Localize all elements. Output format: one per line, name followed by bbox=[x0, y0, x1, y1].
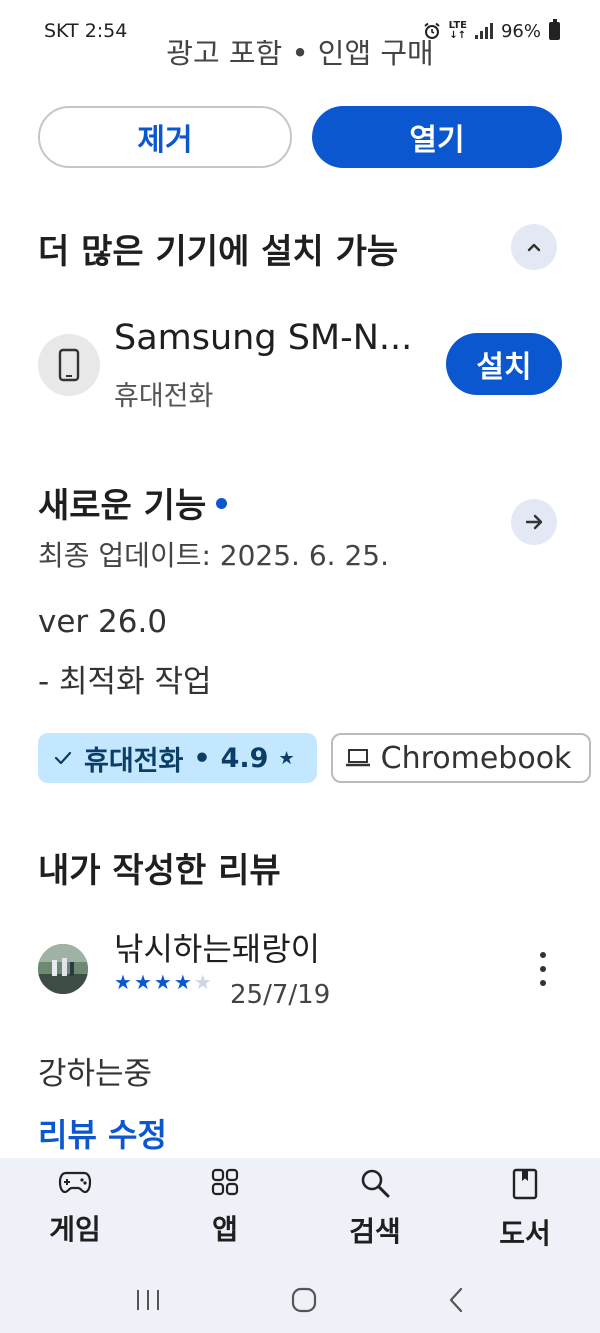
back-icon[interactable] bbox=[446, 1286, 466, 1314]
nav-item-games[interactable]: 게임 bbox=[0, 1158, 150, 1266]
nav-item-apps[interactable]: 앱 bbox=[150, 1158, 300, 1266]
avatar-photo bbox=[38, 944, 88, 994]
device-chips: 휴대전화 • 4.9 ★ Chromebook bbox=[38, 733, 592, 783]
nav-label-search: 검색 bbox=[349, 1215, 401, 1248]
more-devices-title: 더 많은 기기에 설치 가능 bbox=[38, 232, 399, 272]
more-options-icon[interactable] bbox=[535, 952, 551, 986]
device-type: 휴대전화 bbox=[114, 381, 214, 412]
nav-label-books: 도서 bbox=[499, 1217, 551, 1250]
new-indicator-dot bbox=[216, 498, 228, 509]
nav-item-search[interactable]: 검색 bbox=[300, 1158, 450, 1266]
star-icon: ★ bbox=[153, 970, 172, 994]
open-button[interactable]: 열기 bbox=[312, 106, 562, 168]
uninstall-button[interactable]: 제거 bbox=[38, 106, 292, 168]
status-icons: LTE ↓↑ 96% bbox=[423, 19, 560, 42]
battery-icon bbox=[549, 19, 560, 40]
battery-percent: 96% bbox=[500, 20, 541, 42]
chip-chromebook-label: Chromebook bbox=[380, 740, 572, 776]
chip-phone[interactable]: 휴대전화 • 4.9 ★ bbox=[38, 733, 317, 783]
update-note: - 최적화 작업 bbox=[38, 664, 212, 700]
review-date: 25/7/19 bbox=[230, 980, 331, 1010]
system-nav-bar bbox=[0, 1266, 600, 1333]
whats-new-title: 새로운 기능 bbox=[38, 486, 207, 526]
apps-grid-icon bbox=[211, 1168, 239, 1196]
signal-icon bbox=[474, 23, 493, 39]
device-name: Samsung SM-N... bbox=[114, 318, 413, 358]
star-icon: ★ bbox=[114, 970, 132, 994]
check-icon bbox=[54, 751, 72, 765]
app-tags-text: 광고 포함 • 인앱 구매 bbox=[0, 40, 600, 74]
last-updated: 최종 업데이트: 2025. 6. 25. bbox=[38, 539, 389, 572]
lte-icon: LTE ↓↑ bbox=[448, 20, 467, 41]
nav-item-books[interactable]: 도서 bbox=[450, 1158, 600, 1266]
app-tags-label: 광고 포함 • 인앱 구매 bbox=[166, 40, 434, 70]
review-text: 강하는중 bbox=[38, 1056, 153, 1092]
my-review-title: 내가 작성한 리뷰 bbox=[38, 851, 281, 891]
reviewer-name: 낚시하는돼랑이 bbox=[114, 930, 321, 968]
avatar bbox=[38, 944, 88, 994]
device-avatar bbox=[38, 334, 100, 396]
whats-new-heading: 새로운 기능 bbox=[38, 478, 228, 527]
chip-phone-label: 휴대전화 bbox=[84, 745, 184, 777]
whats-new-arrow-button[interactable] bbox=[511, 499, 557, 545]
chip-phone-rating: 4.9 bbox=[220, 742, 269, 774]
gamepad-icon bbox=[58, 1171, 92, 1194]
chevron-up-icon bbox=[527, 243, 541, 252]
book-icon bbox=[512, 1168, 538, 1200]
review-stars: ★ ★ ★ ★ ★ bbox=[114, 970, 212, 994]
laptop-icon bbox=[345, 749, 370, 767]
search-icon bbox=[361, 1169, 390, 1198]
alarm-icon bbox=[423, 22, 440, 39]
collapse-button[interactable] bbox=[511, 224, 557, 270]
phone-icon bbox=[58, 348, 80, 382]
star-icon: ★ bbox=[173, 970, 192, 994]
chip-separator: • bbox=[193, 742, 211, 774]
home-icon[interactable] bbox=[290, 1286, 318, 1314]
star-icon: ★ bbox=[133, 970, 152, 994]
bottom-nav: 게임 앱 검색 도서 bbox=[0, 1158, 600, 1266]
action-buttons: 제거 열기 bbox=[38, 106, 562, 168]
star-empty-icon: ★ bbox=[193, 970, 212, 994]
star-icon: ★ bbox=[278, 747, 295, 769]
nav-label-games: 게임 bbox=[49, 1213, 101, 1246]
chip-chromebook[interactable]: Chromebook bbox=[330, 733, 592, 783]
recent-apps-icon[interactable] bbox=[134, 1287, 162, 1313]
install-button[interactable]: 설치 bbox=[446, 333, 562, 395]
version-text: ver 26.0 bbox=[38, 604, 168, 640]
edit-review-link[interactable]: 리뷰 수정 bbox=[38, 1110, 167, 1156]
status-carrier-time: SKT 2:54 bbox=[44, 20, 128, 42]
nav-label-apps: 앱 bbox=[212, 1213, 238, 1246]
device-row: Samsung SM-N... 휴대전화 설치 bbox=[38, 316, 562, 416]
arrow-right-icon bbox=[525, 514, 543, 530]
